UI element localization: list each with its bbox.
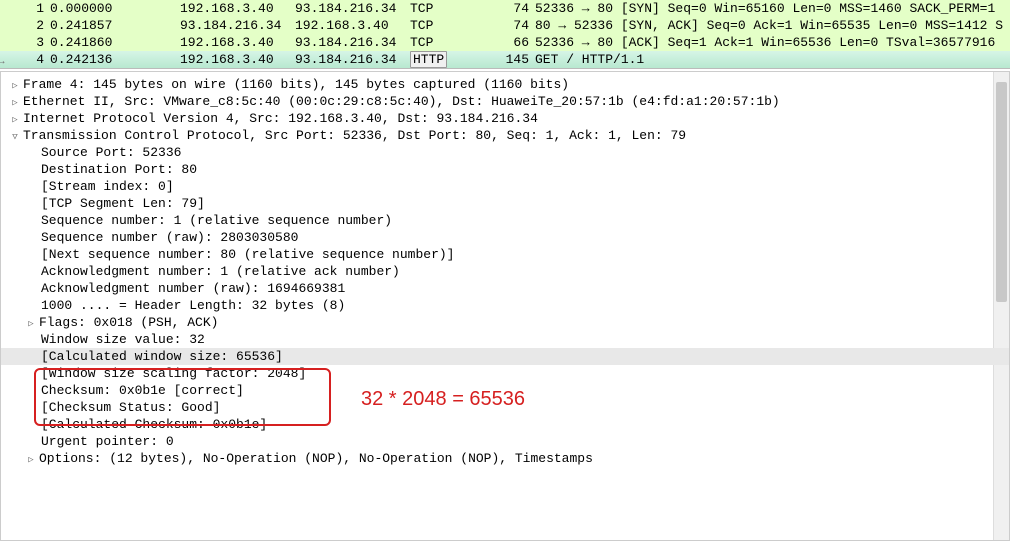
col-length: 66 <box>480 34 535 51</box>
packet-list-pane[interactable]: 1 0.000000 192.168.3.40 93.184.216.34 TC… <box>0 0 1010 69</box>
col-destination: 192.168.3.40 <box>295 17 410 34</box>
packet-row[interactable]: 2 0.241857 93.184.216.34 192.168.3.40 TC… <box>0 17 1010 34</box>
col-source: 93.184.216.34 <box>180 17 295 34</box>
tree-item-options[interactable]: ▷Options: (12 bytes), No-Operation (NOP)… <box>1 450 1009 467</box>
expand-icon[interactable]: ▷ <box>9 112 21 127</box>
tree-item-seq-num[interactable]: Sequence number: 1 (relative sequence nu… <box>1 212 1009 229</box>
tree-item-ethernet[interactable]: ▷Ethernet II, Src: VMware_c8:5c:40 (00:0… <box>1 93 1009 110</box>
packet-details-pane[interactable]: ▷Frame 4: 145 bytes on wire (1160 bits),… <box>0 71 1010 541</box>
expand-icon[interactable]: ▷ <box>9 78 21 93</box>
expand-icon[interactable]: ▷ <box>25 452 37 467</box>
col-protocol: TCP <box>410 0 480 17</box>
expand-icon[interactable]: ▷ <box>9 95 21 110</box>
tree-item-next-seq[interactable]: [Next sequence number: 80 (relative sequ… <box>1 246 1009 263</box>
col-no: 1 <box>0 0 50 17</box>
packet-row[interactable]: 3 0.241860 192.168.3.40 93.184.216.34 TC… <box>0 34 1010 51</box>
tree-item-window-scaling[interactable]: [Window size scaling factor: 2048] <box>1 365 1009 382</box>
col-length: 74 <box>480 17 535 34</box>
tree-item-calc-window-size[interactable]: [Calculated window size: 65536] <box>1 348 1009 365</box>
packet-row[interactable]: 1 0.000000 192.168.3.40 93.184.216.34 TC… <box>0 0 1010 17</box>
col-length: 145 <box>480 51 535 68</box>
col-time: 0.241857 <box>50 17 180 34</box>
col-info: 80 → 52336 [SYN, ACK] Seq=0 Ack=1 Win=65… <box>535 17 1010 34</box>
col-protocol: TCP <box>410 17 480 34</box>
current-frame-arrow-icon: → <box>0 56 5 68</box>
expand-icon[interactable]: ▷ <box>25 316 37 331</box>
col-no: 2 <box>0 17 50 34</box>
col-destination: 93.184.216.34 <box>295 0 410 17</box>
col-length: 74 <box>480 0 535 17</box>
tree-item-src-port[interactable]: Source Port: 52336 <box>1 144 1009 161</box>
annotation-text: 32 * 2048 = 65536 <box>361 388 525 411</box>
col-time: 0.241860 <box>50 34 180 51</box>
tree-item-seq-num-raw[interactable]: Sequence number (raw): 2803030580 <box>1 229 1009 246</box>
col-destination: 93.184.216.34 <box>295 51 410 68</box>
col-time: 0.242136 <box>50 51 180 68</box>
tree-item-ipv4[interactable]: ▷Internet Protocol Version 4, Src: 192.1… <box>1 110 1009 127</box>
col-destination: 93.184.216.34 <box>295 34 410 51</box>
tree-item-tcp[interactable]: ▽Transmission Control Protocol, Src Port… <box>1 127 1009 144</box>
collapse-icon[interactable]: ▽ <box>9 129 21 144</box>
col-source: 192.168.3.40 <box>180 34 295 51</box>
tree-item-dst-port[interactable]: Destination Port: 80 <box>1 161 1009 178</box>
col-info: 52336 → 80 [SYN] Seq=0 Win=65160 Len=0 M… <box>535 0 1010 17</box>
tree-item-segment-len[interactable]: [TCP Segment Len: 79] <box>1 195 1009 212</box>
col-protocol: TCP <box>410 34 480 51</box>
tree-item-urgent-pointer[interactable]: Urgent pointer: 0 <box>1 433 1009 450</box>
tree-item-stream-index[interactable]: [Stream index: 0] <box>1 178 1009 195</box>
tree-item-header-len[interactable]: 1000 .... = Header Length: 32 bytes (8) <box>1 297 1009 314</box>
tree-item-calc-checksum[interactable]: [Calculated Checksum: 0x0b1e] <box>1 416 1009 433</box>
col-info: 52336 → 80 [ACK] Seq=1 Ack=1 Win=65536 L… <box>535 34 1010 51</box>
tree-item-ack-num[interactable]: Acknowledgment number: 1 (relative ack n… <box>1 263 1009 280</box>
tree-item-flags[interactable]: ▷Flags: 0x018 (PSH, ACK) <box>1 314 1009 331</box>
col-protocol: HTTP <box>410 51 480 68</box>
col-source: 192.168.3.40 <box>180 0 295 17</box>
col-time: 0.000000 <box>50 0 180 17</box>
col-no: 3 <box>0 34 50 51</box>
tree-item-window-size[interactable]: Window size value: 32 <box>1 331 1009 348</box>
col-no: 4 <box>0 51 50 68</box>
col-source: 192.168.3.40 <box>180 51 295 68</box>
tree-item-ack-num-raw[interactable]: Acknowledgment number (raw): 1694669381 <box>1 280 1009 297</box>
col-info: GET / HTTP/1.1 <box>535 51 1010 68</box>
tree-item-frame[interactable]: ▷Frame 4: 145 bytes on wire (1160 bits),… <box>1 76 1009 93</box>
packet-row-selected[interactable]: 4 0.242136 192.168.3.40 93.184.216.34 HT… <box>0 51 1010 68</box>
